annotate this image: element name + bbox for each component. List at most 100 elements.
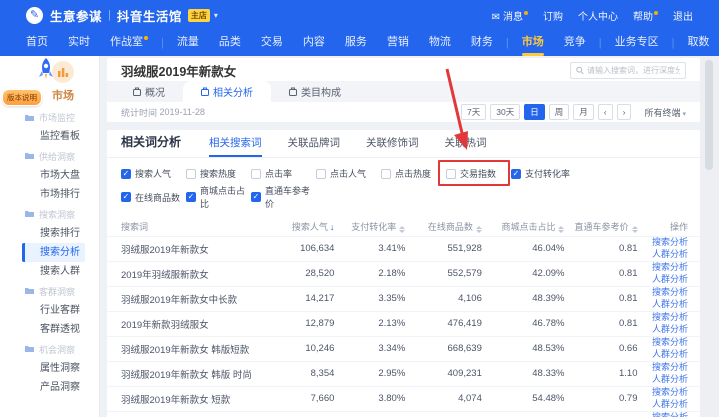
checkbox-icon[interactable] (186, 169, 196, 179)
sidebar-group[interactable]: 供给洞察 (0, 147, 99, 166)
crowd-analysis-link[interactable]: 人群分析 (652, 299, 688, 311)
search-analysis-link[interactable]: 搜索分析 (652, 287, 688, 299)
column-header[interactable]: 搜索词 (107, 218, 268, 236)
nav-item[interactable]: 作战室 (100, 30, 158, 56)
search-analysis-link[interactable]: 搜索分析 (652, 237, 688, 249)
nav-item[interactable]: 内容 (293, 30, 335, 56)
account-item[interactable]: ✉消息 (492, 8, 528, 23)
checkbox-icon[interactable]: ✓ (186, 192, 196, 202)
checkbox-icon[interactable]: ✓ (121, 192, 131, 202)
terminal-select[interactable]: 所有终端▾ (644, 106, 686, 119)
related-words-tab[interactable]: 关联修饰词 (366, 135, 419, 157)
next-button[interactable]: › (617, 104, 632, 120)
search-analysis-link[interactable]: 搜索分析 (652, 337, 688, 349)
account-item[interactable]: 订购 (543, 8, 563, 23)
scrollbar-thumb[interactable] (705, 60, 713, 170)
nav-item[interactable]: 流量 (167, 30, 209, 56)
scrollbar-track[interactable] (700, 56, 719, 417)
nav-item[interactable]: 交易 (251, 30, 293, 56)
account-item[interactable]: 退出 (673, 8, 693, 23)
nav-item[interactable]: 首页 (16, 30, 58, 56)
metric-checkbox-item[interactable]: ✓商城点击占比 (186, 184, 251, 210)
sidebar-group[interactable]: 客群洞察 (0, 282, 99, 301)
nav-item[interactable]: 取数 (677, 30, 719, 56)
sidebar-item[interactable]: 监控看板 (0, 127, 99, 146)
crowd-analysis-link[interactable]: 人群分析 (652, 324, 688, 336)
nav-item[interactable]: 品类 (209, 30, 251, 56)
store-name[interactable]: 抖音生活馆 (117, 6, 182, 25)
search-analysis-link[interactable]: 搜索分析 (652, 412, 688, 417)
metric-checkbox-item[interactable]: 点击热度 (381, 167, 446, 180)
crowd-analysis-link[interactable]: 人群分析 (652, 399, 688, 411)
sidebar-item[interactable]: 搜索分析 (22, 243, 85, 262)
checkbox-icon[interactable]: ✓ (121, 169, 131, 179)
sidebar-item[interactable]: 市场排行 (0, 185, 99, 204)
related-words-tab[interactable]: 相关搜索词 (209, 135, 262, 157)
checkbox-icon[interactable] (251, 169, 261, 179)
search-analysis-link[interactable]: 搜索分析 (652, 262, 688, 274)
search-analysis-link[interactable]: 搜索分析 (652, 362, 688, 374)
sidebar-group[interactable]: 机会洞察 (0, 340, 99, 359)
column-header[interactable]: 操作 (648, 218, 701, 236)
search-analysis-link[interactable]: 搜索分析 (652, 312, 688, 324)
cell-mall-click: 42.09% (492, 261, 575, 286)
keyword-search-box[interactable] (570, 62, 686, 79)
nav-item[interactable]: 竞争 (554, 30, 596, 56)
sidebar-group[interactable]: 市场监控 (0, 108, 99, 127)
metric-checkbox-item[interactable]: ✓直通车参考价 (251, 184, 316, 210)
sidebar-item[interactable]: 客群透视 (0, 320, 99, 339)
nav-item[interactable]: 营销 (377, 30, 419, 56)
nav-item[interactable]: 业务专区 (605, 30, 669, 56)
crowd-analysis-link[interactable]: 人群分析 (652, 349, 688, 361)
range-button[interactable]: 7天 (461, 104, 486, 120)
sidebar-item[interactable]: 产品洞察 (0, 378, 99, 397)
crowd-analysis-link[interactable]: 人群分析 (652, 274, 688, 286)
metric-checkbox-item[interactable]: 点击人气 (316, 167, 381, 180)
column-header[interactable]: 搜索人气↓ (268, 218, 344, 236)
chevron-down-icon[interactable]: ▾ (214, 11, 218, 20)
column-header[interactable]: 直通车参考价 (574, 218, 647, 236)
content-tab[interactable]: 概况 (115, 81, 183, 102)
metric-checkbox-item[interactable]: ✓支付转化率 (511, 167, 576, 180)
content-tab[interactable]: 相关分析 (183, 81, 271, 102)
search-input[interactable] (587, 66, 680, 75)
nav-item[interactable]: 市场 (512, 30, 554, 56)
granularity-button[interactable]: 日 (524, 104, 545, 120)
range-button[interactable]: 30天 (490, 104, 520, 120)
checkbox-icon[interactable] (381, 169, 391, 179)
nav-item[interactable]: 实时 (58, 30, 100, 56)
notification-dot-icon (144, 36, 148, 40)
sidebar-item[interactable]: 行业客群 (0, 301, 99, 320)
granularity-button[interactable]: 周 (549, 104, 570, 120)
nav-item[interactable]: 物流 (419, 30, 461, 56)
metric-checkbox-item[interactable]: ✓在线商品数 (121, 184, 186, 210)
checkbox-icon[interactable] (316, 169, 326, 179)
related-words-tab[interactable]: 关联品牌词 (288, 135, 341, 157)
column-header[interactable]: 商城点击占比 (492, 218, 575, 236)
sidebar-item[interactable]: 搜索人群 (0, 262, 99, 281)
checkbox-icon[interactable]: ✓ (511, 169, 521, 179)
crowd-analysis-link[interactable]: 人群分析 (652, 374, 688, 386)
column-header[interactable]: 在线商品数 (415, 218, 492, 236)
metric-checkbox-item[interactable]: ✓搜索人气 (121, 167, 186, 180)
checkbox-icon[interactable]: ✓ (251, 192, 261, 202)
crowd-analysis-link[interactable]: 人群分析 (652, 249, 688, 261)
search-analysis-link[interactable]: 搜索分析 (652, 387, 688, 399)
account-item[interactable]: 个人中心 (578, 8, 618, 23)
content-tab[interactable]: 类目构成 (271, 81, 359, 102)
nav-item[interactable]: 财务 (461, 30, 503, 56)
related-words-tab[interactable]: 关联热词 (445, 135, 487, 157)
version-badge[interactable]: 版本说明 (2, 89, 42, 106)
sidebar-group[interactable]: 搜索洞察 (0, 204, 99, 223)
metric-checkbox-item[interactable]: 点击率 (251, 167, 316, 180)
granularity-button[interactable]: 月 (573, 104, 594, 120)
account-item[interactable]: 帮助 (633, 8, 658, 23)
sidebar-item[interactable]: 搜索排行 (0, 224, 99, 243)
sidebar-item[interactable]: 市场大盘 (0, 166, 99, 185)
nav-item[interactable]: 服务 (335, 30, 377, 56)
prev-button[interactable]: ‹ (598, 104, 613, 120)
metric-checkbox-item[interactable]: 交易指数 (446, 167, 511, 180)
column-header[interactable]: 支付转化率 (344, 218, 415, 236)
metric-checkbox-item[interactable]: 搜索热度 (186, 167, 251, 180)
sidebar-item[interactable]: 属性洞察 (0, 359, 99, 378)
